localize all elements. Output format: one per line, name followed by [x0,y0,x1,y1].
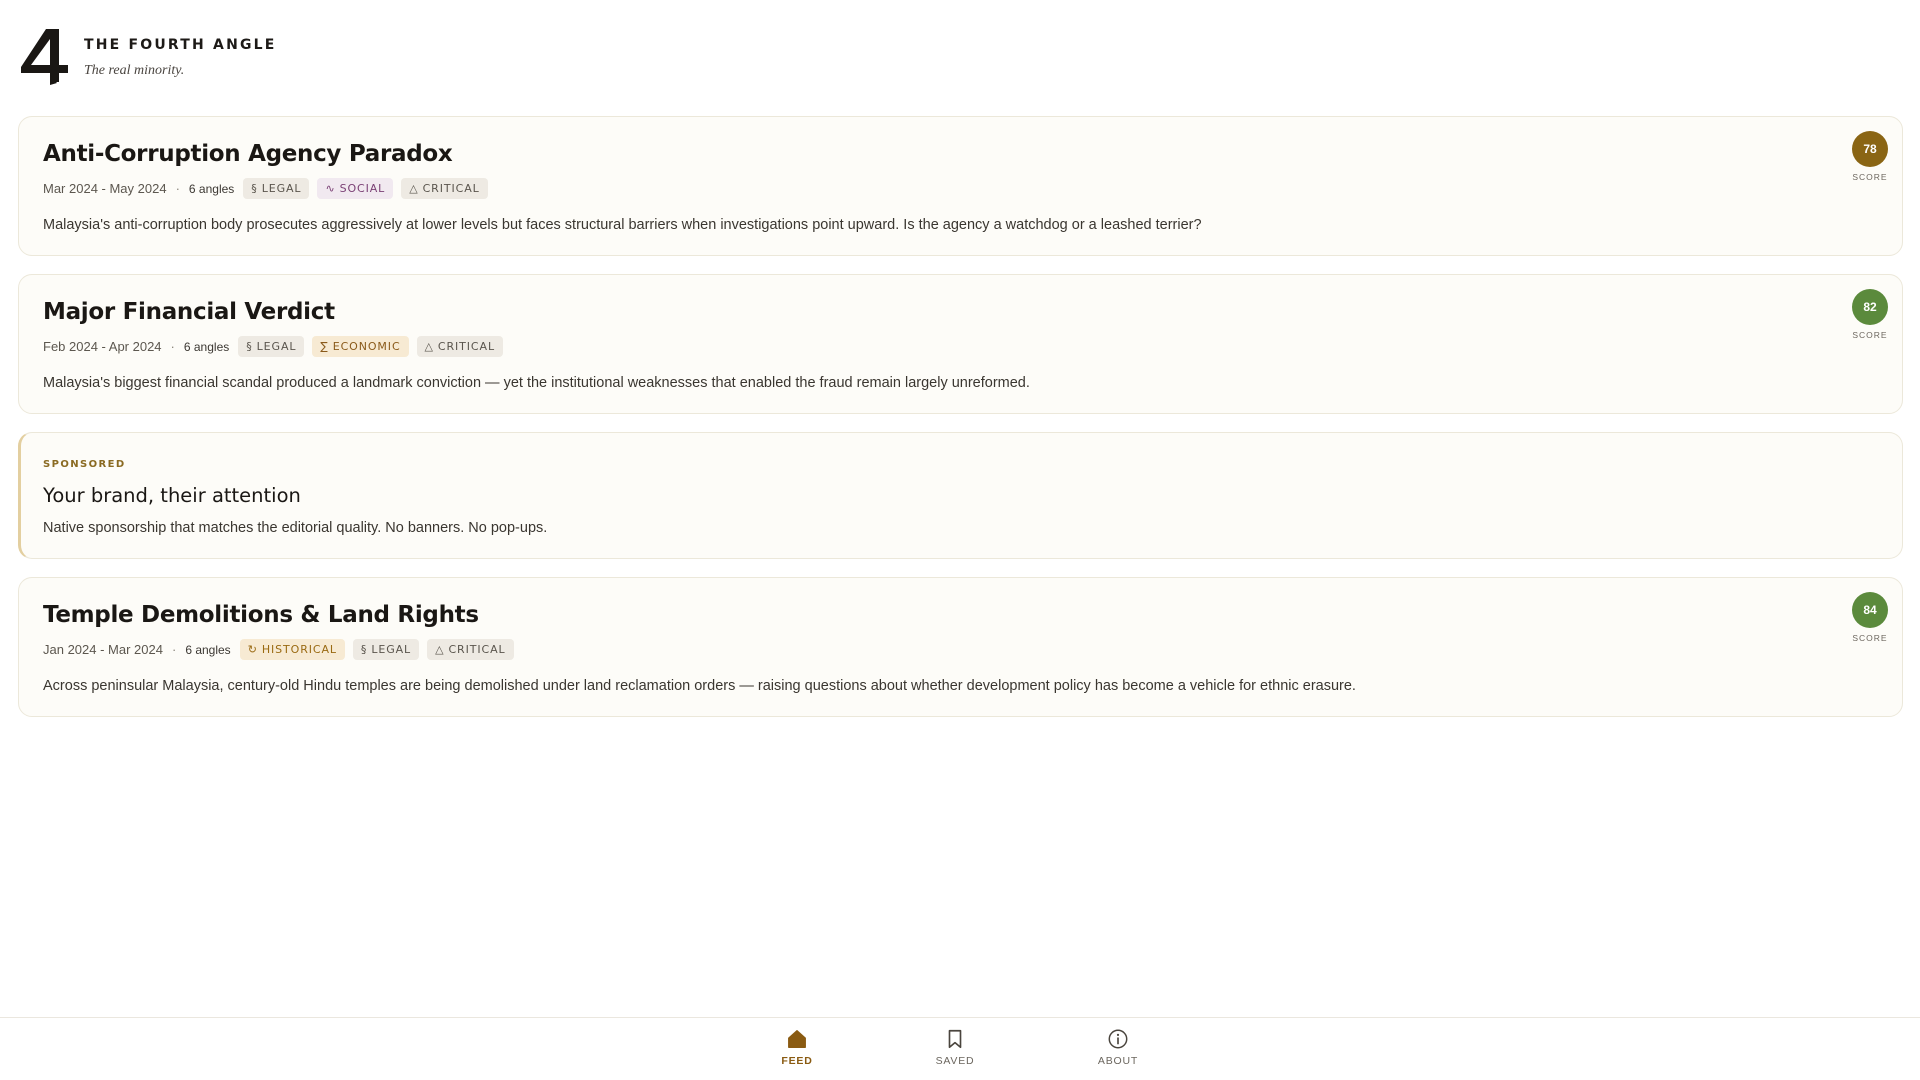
date-range: Mar 2024 - May 2024 [43,181,167,196]
story-title[interactable]: Major Financial Verdict [43,299,1878,325]
section-icon: § [360,643,368,656]
tag-label: CRITICAL [448,643,506,656]
tag-economic[interactable]: ∑ ECONOMIC [312,336,409,357]
tag-label: SOCIAL [339,182,386,195]
score-value: 78 [1852,131,1888,167]
app-tagline: The real minority. [84,63,185,78]
sponsored-text: Native sponsorship that matches the edit… [43,520,548,536]
tag-label: ECONOMIC [332,340,401,353]
nav-feed-label: FEED [781,1055,813,1067]
bookmark-icon [948,1029,962,1049]
angles-count: 6 angles [188,181,235,196]
tag-critical[interactable]: △ CRITICAL [416,336,503,357]
tag-critical[interactable]: △ CRITICAL [427,639,514,660]
tag-label: CRITICAL [437,340,495,353]
story-title[interactable]: Anti-Corruption Agency Paradox [43,141,1878,167]
story-meta: Jan 2024 - Mar 2024 · 6 angles ↻ HISTORI… [43,639,1878,660]
app-name: THE FOURTH ANGLE [84,37,277,53]
score-value: 82 [1852,289,1888,325]
score-badge: 78 SCORE [1852,131,1888,182]
triangle-icon: △ [409,182,419,195]
nav-about[interactable]: ABOUT [1068,1028,1168,1067]
history-icon: ↻ [247,643,258,656]
tag-legal[interactable]: § LEGAL [352,639,420,660]
wave-icon: ∿ [325,182,336,195]
four-angle-logo-icon[interactable] [19,27,69,85]
meta-separator: · [170,339,175,354]
section-icon: § [251,182,258,195]
score-value: 84 [1852,592,1888,628]
app-header: THE FOURTH ANGLE The real minority. [19,27,277,85]
tag-legal[interactable]: § LEGAL [238,336,305,357]
story-summary: Across peninsular Malaysia, century-old … [43,678,1356,694]
nav-saved-label: SAVED [935,1055,975,1067]
date-range: Feb 2024 - Apr 2024 [43,339,162,354]
date-range: Jan 2024 - Mar 2024 [43,642,163,657]
score-badge: 84 SCORE [1852,592,1888,643]
tag-label: LEGAL [371,643,412,656]
story-title[interactable]: Temple Demolitions & Land Rights [43,602,1878,628]
tag-historical[interactable]: ↻ HISTORICAL [239,639,345,660]
sponsored-label: SPONSORED [43,459,126,470]
angles-count: 6 angles [185,642,231,657]
tag-label: LEGAL [261,182,302,195]
story-card[interactable]: Major Financial Verdict Feb 2024 - Apr 2… [18,274,1903,414]
triangle-icon: △ [435,643,445,656]
sponsored-card[interactable]: SPONSORED Your brand, their attention Na… [18,432,1903,559]
meta-separator: · [175,181,180,196]
story-summary: Malaysia's anti-corruption body prosecut… [43,217,1202,233]
score-label: SCORE [1852,330,1888,340]
meta-separator: · [171,642,177,657]
story-meta: Mar 2024 - May 2024 · 6 angles § LEGAL ∿… [43,178,1878,199]
nav-saved[interactable]: SAVED [905,1028,1005,1067]
story-card[interactable]: Anti-Corruption Agency Paradox Mar 2024 … [18,116,1903,256]
score-label: SCORE [1852,172,1888,182]
bottom-nav: FEED SAVED ABOUT [0,1017,1920,1080]
story-card[interactable]: Temple Demolitions & Land Rights Jan 202… [18,577,1903,717]
score-label: SCORE [1852,633,1888,643]
tag-legal[interactable]: § LEGAL [243,178,310,199]
story-feed: Anti-Corruption Agency Paradox Mar 2024 … [18,116,1903,735]
nav-feed[interactable]: FEED [747,1028,847,1067]
sponsored-title[interactable]: Your brand, their attention [43,484,1880,507]
sigma-icon: ∑ [320,340,329,353]
tag-label: HISTORICAL [261,643,337,656]
story-summary: Malaysia's biggest financial scandal pro… [43,375,1030,391]
nav-about-label: ABOUT [1097,1055,1139,1067]
tag-social[interactable]: ∿ SOCIAL [317,178,394,199]
tag-label: CRITICAL [422,182,480,195]
section-icon: § [246,340,253,353]
home-icon [788,1030,806,1048]
score-badge: 82 SCORE [1852,289,1888,340]
brand-block: THE FOURTH ANGLE The real minority. [84,37,277,79]
tag-label: LEGAL [256,340,297,353]
story-meta: Feb 2024 - Apr 2024 · 6 angles § LEGAL ∑… [43,336,1878,357]
info-icon [1108,1029,1128,1049]
tag-critical[interactable]: △ CRITICAL [401,178,488,199]
triangle-icon: △ [424,340,434,353]
angles-count: 6 angles [183,339,230,354]
